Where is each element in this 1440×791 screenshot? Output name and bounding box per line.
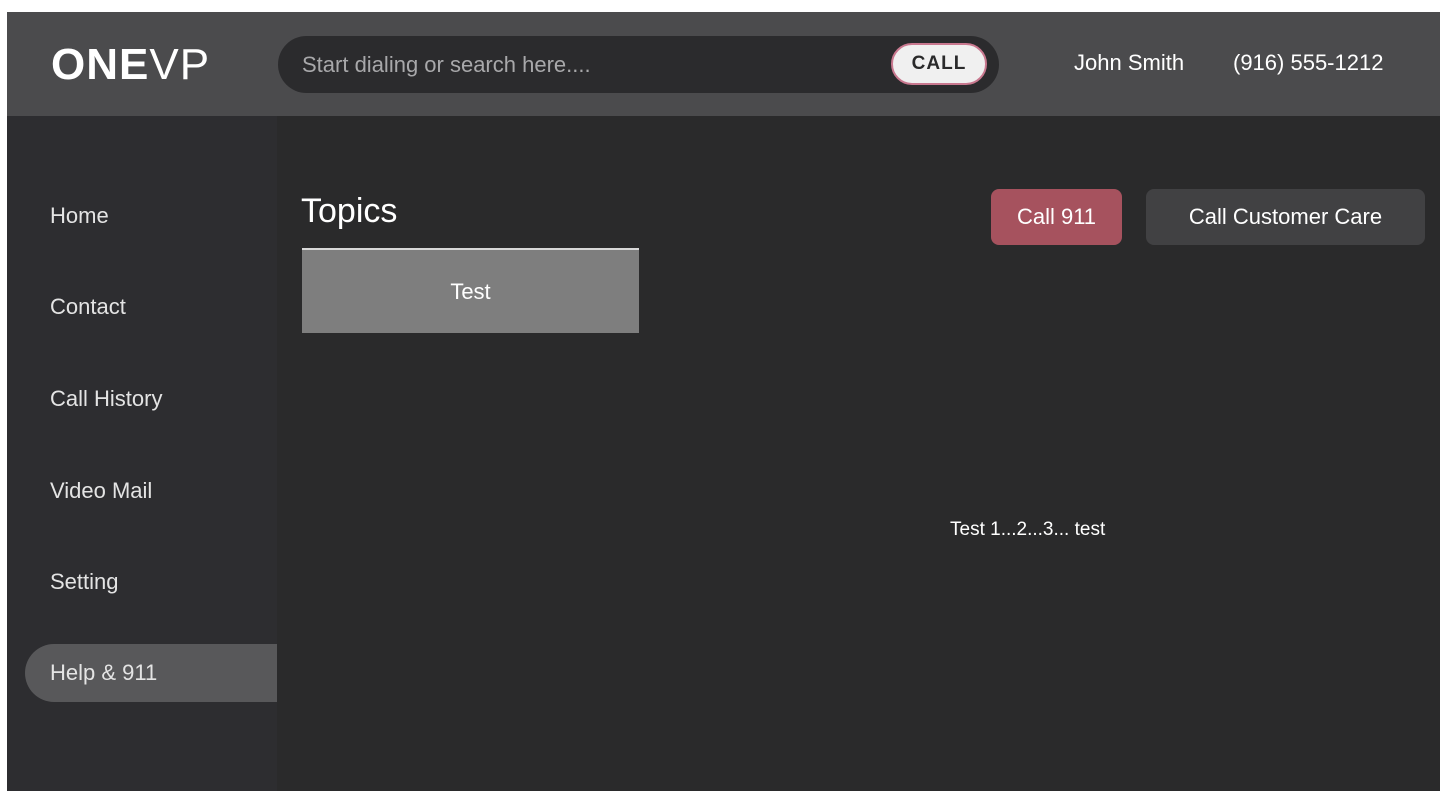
sidebar-item-help-911[interactable]: Help & 911 xyxy=(25,644,277,702)
sidebar-item-label: Setting xyxy=(50,569,119,594)
sidebar-item-label: Help & 911 xyxy=(50,660,158,685)
app-window: ONEVP CALL John Smith (916) 555-1212 Hom… xyxy=(7,12,1440,791)
sidebar-item-setting[interactable]: Setting xyxy=(25,553,277,611)
sidebar-item-video-mail[interactable]: Video Mail xyxy=(25,462,277,520)
call-911-button[interactable]: Call 911 xyxy=(991,189,1122,245)
search-bar: CALL xyxy=(278,36,999,93)
search-input[interactable] xyxy=(302,36,862,93)
sidebar-item-label: Home xyxy=(50,203,109,228)
user-name: John Smith xyxy=(1074,50,1185,75)
user-phone-number: (916) 555-1212 xyxy=(1233,50,1384,75)
topic-content-text: Test 1...2...3... test xyxy=(950,519,1106,540)
topic-item-test[interactable]: Test xyxy=(302,250,639,333)
page-title: Topics xyxy=(301,192,398,230)
sidebar-item-home[interactable]: Home xyxy=(25,187,277,245)
sidebar-item-label: Contact xyxy=(50,294,126,319)
call-customer-care-button[interactable]: Call Customer Care xyxy=(1146,189,1425,245)
sidebar-item-label: Video Mail xyxy=(50,478,153,503)
topic-item-label: Test xyxy=(450,279,491,304)
sidebar-item-call-history[interactable]: Call History xyxy=(25,370,277,428)
sidebar-item-label: Call History xyxy=(50,386,163,411)
logo-bold-part: ONE xyxy=(51,40,150,89)
call-button[interactable]: CALL xyxy=(891,43,987,85)
logo-thin-part: VP xyxy=(149,40,211,89)
onevp-logo[interactable]: ONEVP xyxy=(51,40,210,90)
sidebar-item-contact[interactable]: Contact xyxy=(25,278,277,336)
top-header: ONEVP CALL John Smith (916) 555-1212 xyxy=(7,12,1440,116)
sidebar: Home Contact Call History Video Mail Set… xyxy=(7,116,277,791)
